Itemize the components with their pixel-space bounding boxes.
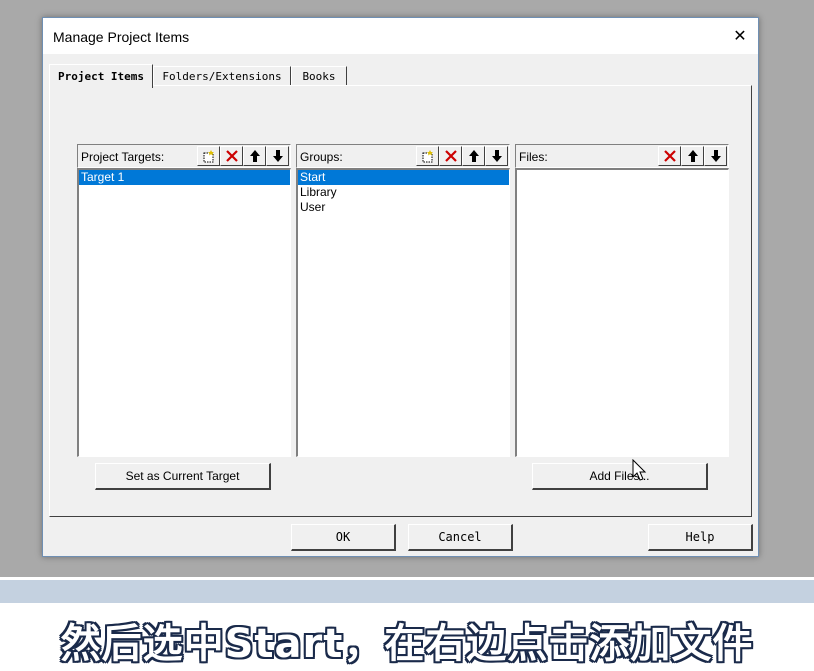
set-current-target-button[interactable]: Set as Current Target	[95, 463, 271, 490]
delete-file-button[interactable]	[658, 146, 681, 166]
tab-label: Folders/Extensions	[162, 70, 282, 83]
help-button[interactable]: Help	[648, 524, 753, 551]
list-item[interactable]: User	[298, 200, 509, 215]
set-current-target-label: Set as Current Target	[125, 469, 240, 483]
list-item[interactable]: Target 1	[79, 170, 290, 185]
delete-target-button[interactable]	[220, 146, 243, 166]
cancel-label: Cancel	[438, 530, 482, 544]
close-button[interactable]: ✕	[722, 18, 758, 54]
move-up-icon	[687, 150, 698, 162]
delete-icon	[225, 150, 238, 162]
move-up-icon	[249, 150, 260, 162]
move-down-icon	[710, 150, 721, 162]
project-targets-panel: Project Targets: Target 1	[77, 144, 291, 457]
move-group-up-button[interactable]	[462, 146, 485, 166]
title-bar: Manage Project Items ✕	[43, 18, 758, 54]
delete-group-button[interactable]	[439, 146, 462, 166]
ok-label: OK	[335, 530, 351, 544]
tab-project-items[interactable]: Project Items	[49, 64, 153, 88]
move-target-down-button[interactable]	[266, 146, 289, 166]
close-icon: ✕	[733, 28, 747, 45]
files-header: Files:	[515, 144, 729, 168]
tab-folders-extensions[interactable]: Folders/Extensions	[153, 66, 291, 86]
new-target-button[interactable]	[197, 146, 220, 166]
move-up-icon	[468, 150, 479, 162]
tab-label: Project Items	[57, 70, 145, 83]
groups-panel: Groups: Start Library User	[296, 144, 510, 457]
tab-label: Books	[302, 70, 336, 83]
move-file-up-button[interactable]	[681, 146, 704, 166]
dialog-title: Manage Project Items	[53, 29, 190, 45]
delete-icon	[444, 150, 457, 162]
manage-project-items-dialog: Manage Project Items ✕ Project Items Fol…	[42, 17, 759, 557]
ok-button[interactable]: OK	[291, 524, 396, 551]
video-caption: 然后选中Start，在右边点击添加文件	[60, 621, 754, 667]
move-down-icon	[491, 150, 502, 162]
project-targets-list[interactable]: Target 1	[77, 168, 291, 457]
files-label: Files:	[519, 150, 548, 164]
files-panel: Files:	[515, 144, 729, 457]
list-item[interactable]: Library	[298, 185, 509, 200]
list-item[interactable]: Start	[298, 170, 509, 185]
mouse-pointer-icon	[632, 459, 647, 481]
cancel-button[interactable]: Cancel	[408, 524, 513, 551]
help-label: Help	[685, 530, 715, 544]
move-file-down-button[interactable]	[704, 146, 727, 166]
files-list[interactable]	[515, 168, 729, 457]
move-down-icon	[272, 150, 283, 162]
move-group-down-button[interactable]	[485, 146, 508, 166]
move-target-up-button[interactable]	[243, 146, 266, 166]
new-icon	[422, 149, 433, 162]
groups-list[interactable]: Start Library User	[296, 168, 510, 457]
add-files-button[interactable]: Add Files...	[532, 463, 708, 490]
divider-band	[0, 577, 814, 603]
project-targets-label: Project Targets:	[81, 150, 165, 164]
tab-books[interactable]: Books	[291, 66, 347, 86]
new-group-button[interactable]	[416, 146, 439, 166]
delete-icon	[663, 150, 676, 162]
groups-header: Groups:	[296, 144, 510, 168]
project-targets-header: Project Targets:	[77, 144, 291, 168]
groups-label: Groups:	[300, 150, 343, 164]
tab-panel-project-items: Project Targets: Target 1 Groups: Start …	[49, 85, 752, 517]
new-icon	[203, 149, 214, 162]
